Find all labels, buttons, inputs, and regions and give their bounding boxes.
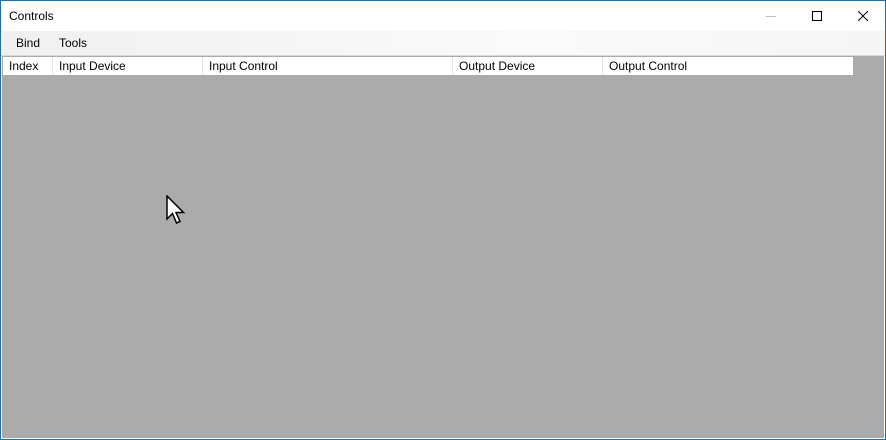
menu-tools[interactable]: Tools bbox=[57, 36, 89, 50]
mouse-pointer-icon bbox=[166, 195, 186, 224]
column-header-input-control[interactable]: Input Control bbox=[203, 57, 453, 75]
window-title: Controls bbox=[9, 9, 54, 23]
close-icon bbox=[858, 11, 868, 21]
bindings-grid[interactable]: Index Input Device Input Control Output … bbox=[2, 56, 884, 438]
close-button[interactable] bbox=[840, 1, 885, 31]
maximize-button[interactable] bbox=[794, 1, 840, 31]
column-header-output-device[interactable]: Output Device bbox=[453, 57, 603, 75]
menu-bar: Bind Tools bbox=[1, 31, 885, 56]
column-header-input-device[interactable]: Input Device bbox=[53, 57, 203, 75]
minimize-icon bbox=[766, 16, 776, 17]
menu-bind[interactable]: Bind bbox=[14, 36, 42, 50]
minimize-button[interactable] bbox=[748, 1, 794, 31]
maximize-icon bbox=[812, 11, 822, 21]
column-header-output-control[interactable]: Output Control bbox=[603, 57, 853, 75]
column-header-index[interactable]: Index bbox=[3, 57, 53, 75]
grid-header-row: Index Input Device Input Control Output … bbox=[3, 57, 853, 75]
controls-window: Controls Bind Tools Index Input Device I… bbox=[0, 0, 886, 440]
title-bar[interactable]: Controls bbox=[1, 1, 885, 31]
